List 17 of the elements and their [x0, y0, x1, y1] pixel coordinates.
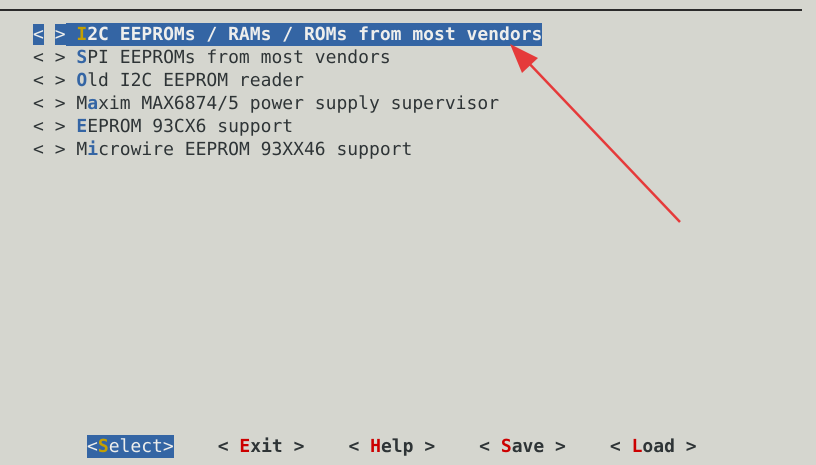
menu-button[interactable]: < Exit >	[218, 435, 304, 458]
menu-item[interactable]: EEPROM 93CX6 support	[66, 115, 294, 138]
checkbox[interactable]: < >	[33, 115, 66, 138]
menu-button[interactable]: < Help >	[348, 435, 436, 458]
checkbox[interactable]: < >	[33, 69, 66, 92]
menu-button[interactable]: < Save >	[479, 435, 566, 458]
menu-button[interactable]: <Select>	[87, 435, 174, 458]
checkbox[interactable]: < >	[33, 138, 66, 161]
menu-item[interactable]: Maxim MAX6874/5 power supply supervisor	[66, 92, 500, 115]
menu-button[interactable]: < Load >	[610, 435, 697, 458]
checkbox[interactable]: < >	[33, 46, 66, 69]
menu-item[interactable]: I2C EEPROMs / RAMs / ROMs from most vendors	[66, 23, 542, 46]
menu-item[interactable]: SPI EEPROMs from most vendors	[66, 46, 391, 69]
checkbox[interactable]: < >	[33, 23, 66, 46]
menu-item[interactable]: Old I2C EEPROM reader	[66, 69, 304, 92]
checkbox[interactable]: < >	[33, 92, 66, 115]
menu-item[interactable]: Microwire EEPROM 93XX46 support	[66, 138, 412, 161]
